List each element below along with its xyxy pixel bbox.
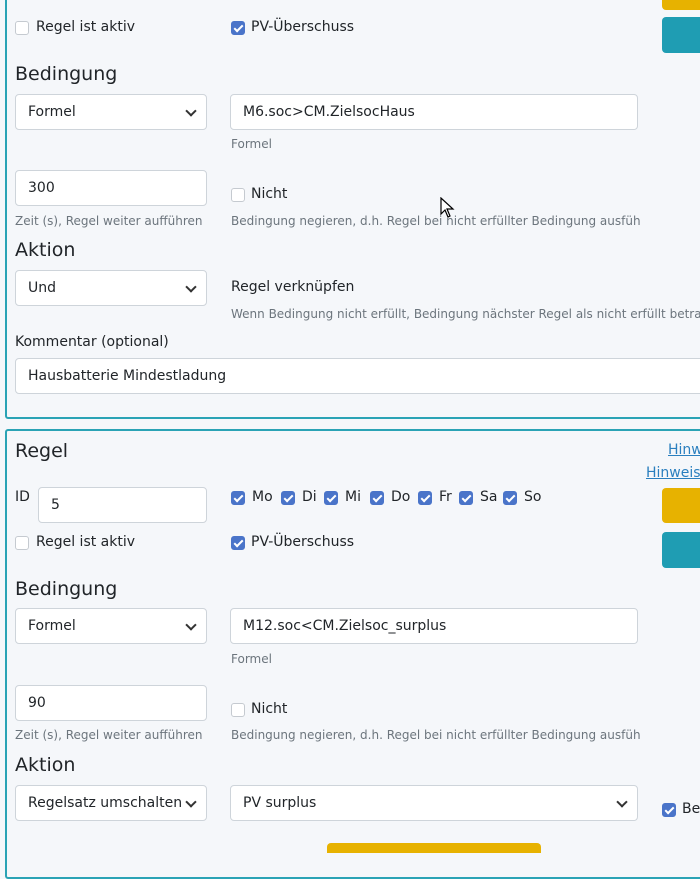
rule1-active-label: Regel ist aktiv	[36, 19, 136, 35]
rule1-not-help: Bedingung negieren, d.h. Regel bei nicht…	[231, 214, 641, 228]
rule2-id-input[interactable]: 5	[38, 487, 207, 523]
rule1-condition-title: Bedingung	[15, 63, 118, 85]
rule1-not-label: Nicht	[251, 186, 288, 202]
rule1-time-help: Zeit (s), Regel weiter aufführen ...	[15, 214, 207, 228]
rule2-action-type-select[interactable]: Regelsatz umschalten	[15, 785, 207, 821]
rule2-not-checkbox[interactable]	[231, 703, 245, 717]
day-label-mi: Mi	[345, 489, 361, 505]
day-checkbox-mo[interactable]	[231, 491, 245, 505]
day-label-so: So	[524, 489, 542, 505]
rule2-pv-label: PV-Überschuss	[251, 534, 355, 550]
day-checkbox-di[interactable]	[281, 491, 295, 505]
rule1-active-checkbox[interactable]	[15, 21, 29, 35]
rule2-title: Regel	[15, 440, 69, 462]
rule2-time-help: Zeit (s), Regel weiter aufführen ...	[15, 728, 207, 742]
rule1-time-input[interactable]: 300	[15, 170, 207, 206]
rule1-action-title: Aktion	[15, 239, 76, 261]
day-label-do: Do	[391, 489, 411, 505]
rule2-formula-help: Formel	[231, 652, 272, 666]
rule1-not-checkbox[interactable]	[231, 188, 245, 202]
day-checkbox-mi[interactable]	[324, 491, 338, 505]
rule2-right-checkbox[interactable]	[662, 803, 676, 817]
rule2-hint-link-2[interactable]: Hinweise	[646, 465, 700, 481]
rule2-hint-link-1[interactable]: Hinw	[668, 442, 700, 458]
rule2-active-label: Regel ist aktiv	[36, 534, 136, 550]
action-button-top[interactable]	[662, 17, 700, 53]
rule2-not-label: Nicht	[251, 701, 288, 717]
rule2-condition-type-select[interactable]: Formel	[15, 608, 207, 644]
rule2-id-label: ID	[15, 489, 30, 505]
day-label-fr: Fr	[439, 489, 452, 505]
rule2-right-check-label: Bec	[682, 801, 700, 817]
rule2-active-checkbox[interactable]	[15, 536, 29, 550]
save-button-top[interactable]	[662, 0, 700, 10]
day-checkbox-so[interactable]	[503, 491, 517, 505]
rule2-time-input[interactable]: 90	[15, 685, 207, 721]
rule1-link-help: Wenn Bedingung nicht erfüllt, Bedingung …	[231, 307, 700, 321]
day-checkbox-fr[interactable]	[418, 491, 432, 505]
day-label-mo: Mo	[252, 489, 273, 505]
rule1-action-type-select[interactable]: Und	[15, 270, 207, 306]
rule1-formula-help: Formel	[231, 137, 272, 151]
rule2-action-title: Aktion	[15, 754, 76, 776]
rule1-link-label: Regel verknüpfen	[231, 279, 355, 295]
rule2-not-help: Bedingung negieren, d.h. Regel bei nicht…	[231, 728, 641, 742]
mouse-cursor-icon	[440, 197, 455, 218]
save-button[interactable]	[662, 488, 700, 523]
day-checkbox-do[interactable]	[370, 491, 384, 505]
rule1-comment-label: Kommentar (optional)	[15, 334, 169, 350]
rule1-pv-checkbox[interactable]	[231, 21, 245, 35]
day-label-di: Di	[302, 489, 317, 505]
action-button[interactable]	[662, 532, 700, 568]
bottom-yellow-button[interactable]	[327, 843, 541, 853]
rule2-ruleset-select[interactable]: PV surplus	[230, 785, 638, 821]
day-label-sa: Sa	[480, 489, 498, 505]
rule1-comment-input[interactable]: Hausbatterie Mindestladung	[15, 358, 700, 394]
rule2-pv-checkbox[interactable]	[231, 536, 245, 550]
day-checkbox-sa[interactable]	[459, 491, 473, 505]
rule1-formula-input[interactable]: M6.soc>CM.ZielsocHaus	[230, 94, 638, 130]
rule2-formula-input[interactable]: M12.soc<CM.Zielsoc_surplus	[230, 608, 638, 644]
rule1-condition-type-select[interactable]: Formel	[15, 94, 207, 130]
rule2-condition-title: Bedingung	[15, 578, 118, 600]
rule1-pv-label: PV-Überschuss	[251, 19, 355, 35]
